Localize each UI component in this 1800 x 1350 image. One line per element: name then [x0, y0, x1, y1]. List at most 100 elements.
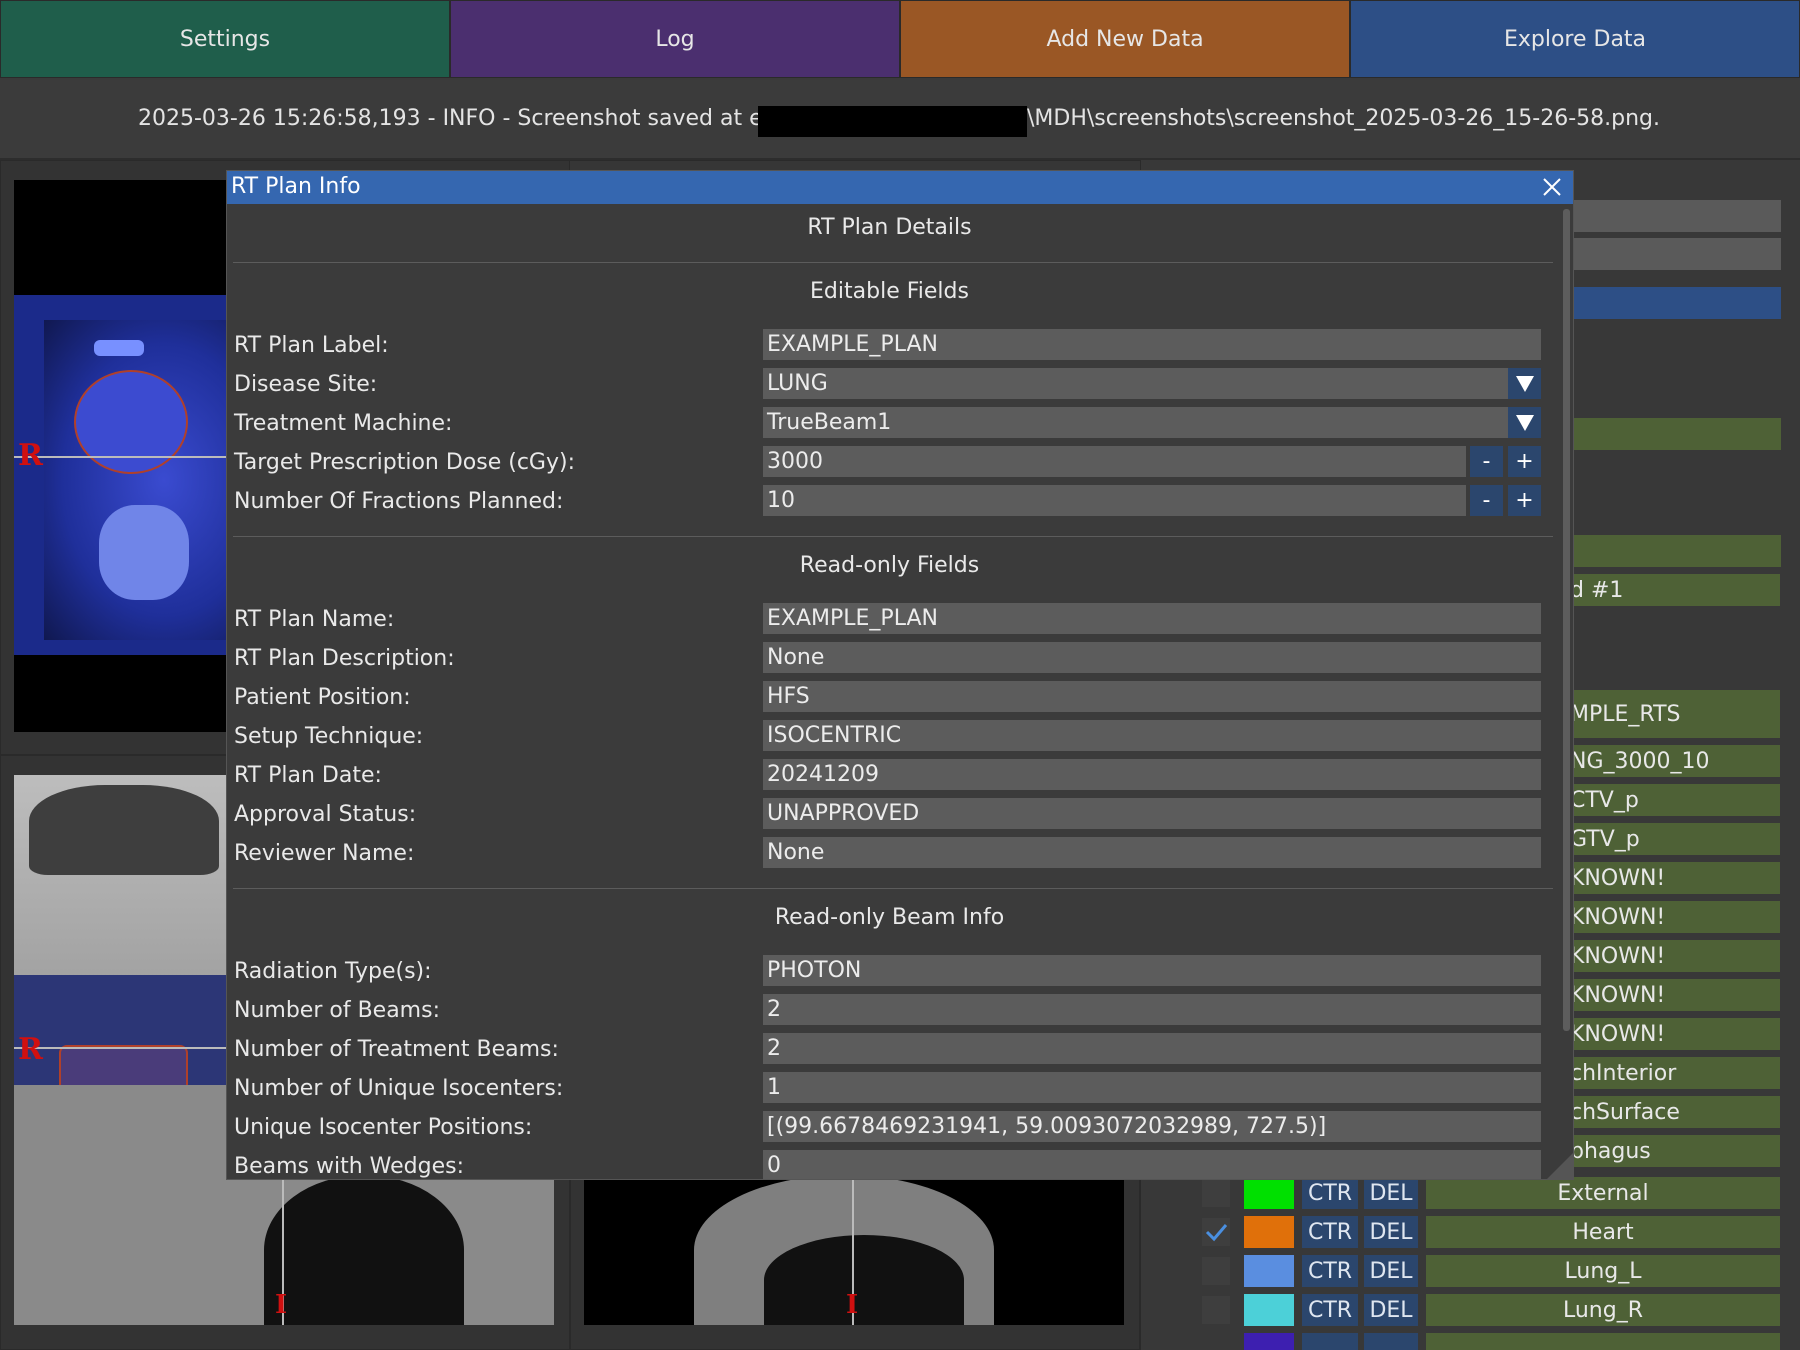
structure-row: CTR DEL Heart — [1200, 1216, 1780, 1248]
readonly-value: 20241209 — [763, 759, 1541, 790]
structure-name[interactable]: Lung_R — [1426, 1294, 1780, 1326]
slice-marker-coronal: I — [275, 1290, 288, 1320]
visibility-checkbox[interactable] — [1202, 1296, 1230, 1324]
structure-item-partial-1[interactable]: d #1 — [1570, 574, 1780, 606]
structure-color-swatch[interactable] — [1244, 1216, 1294, 1248]
field-label: RT Plan Description: — [234, 646, 455, 671]
readonly-value: 0 — [763, 1150, 1541, 1179]
readonly-value: ISOCENTRIC — [763, 720, 1541, 751]
field-label: Reviewer Name: — [234, 841, 415, 866]
center-button[interactable]: CTR — [1302, 1294, 1358, 1326]
decrement-button[interactable]: - — [1470, 446, 1503, 477]
log-text-prefix: 2025-03-26 15:26:58,193 - INFO - Screens… — [138, 106, 778, 131]
structure-item-partial-11[interactable]: chInterior — [1570, 1057, 1780, 1089]
structure-name[interactable]: Heart — [1426, 1216, 1780, 1248]
structure-name[interactable]: External — [1426, 1177, 1780, 1209]
structure-item-partial-3[interactable]: NG_3000_10 — [1570, 745, 1780, 777]
structure-item-partial-5[interactable]: GTV_p — [1570, 823, 1780, 855]
structure-item-partial-7[interactable]: KNOWN! — [1570, 901, 1780, 933]
field-label: RT Plan Name: — [234, 607, 395, 632]
readonly-value: 1 — [763, 1072, 1541, 1103]
close-icon[interactable] — [1537, 172, 1567, 202]
divider — [233, 536, 1553, 537]
axial-ct-image — [14, 180, 228, 732]
treatment-machine-select[interactable]: TrueBeam1 — [763, 407, 1508, 438]
fractions-input[interactable]: 10 — [763, 485, 1466, 516]
structure-color-swatch[interactable] — [1244, 1177, 1294, 1209]
log-status-line: 2025-03-26 15:26:58,193 - INFO - Screens… — [0, 80, 1800, 160]
structure-item-partial-12[interactable]: chSurface — [1570, 1096, 1780, 1128]
field-label: Treatment Machine: — [234, 411, 453, 436]
structure-color-swatch[interactable] — [1244, 1255, 1294, 1287]
rt-plan-info-dialog: RT Plan Info RT Plan Details Editable Fi… — [226, 170, 1574, 1180]
tab-add-new-data[interactable]: Add New Data — [900, 0, 1350, 78]
tab-log[interactable]: Log — [450, 0, 900, 78]
field-label: Number Of Fractions Planned: — [234, 489, 564, 514]
slice-marker-sagittal: I — [846, 1290, 859, 1320]
field-label: Unique Isocenter Positions: — [234, 1115, 533, 1140]
structure-row: CTR DEL Lung_L — [1200, 1255, 1780, 1287]
field-label: Radiation Type(s): — [234, 959, 432, 984]
center-button[interactable]: CTR — [1302, 1255, 1358, 1287]
delete-button[interactable]: DEL — [1364, 1294, 1418, 1326]
increment-button[interactable]: + — [1508, 485, 1541, 516]
dialog-title-bar[interactable]: RT Plan Info — [227, 171, 1573, 204]
readonly-value: [(99.6678469231941, 59.0093072032989, 72… — [763, 1111, 1541, 1142]
rt-plan-label-input[interactable]: EXAMPLE_PLAN — [763, 329, 1541, 360]
structure-item-partial-4[interactable]: CTV_p — [1570, 784, 1780, 816]
structure-row-cutoff — [1200, 1333, 1780, 1350]
increment-button[interactable]: + — [1508, 446, 1541, 477]
field-label: Target Prescription Dose (cGy): — [234, 450, 575, 475]
readonly-value: None — [763, 642, 1541, 673]
readonly-value: PHOTON — [763, 955, 1541, 986]
structure-row: CTR DEL Lung_R — [1200, 1294, 1780, 1326]
center-button[interactable]: CTR — [1302, 1177, 1358, 1209]
visibility-checkbox[interactable] — [1202, 1179, 1230, 1207]
redacted-path — [758, 106, 1027, 137]
readonly-value: UNAPPROVED — [763, 798, 1541, 829]
field-label: Number of Beams: — [234, 998, 440, 1023]
checkmark-icon — [1205, 1224, 1228, 1242]
dropdown-arrow-icon[interactable] — [1508, 407, 1541, 438]
tab-explore-data[interactable]: Explore Data — [1350, 0, 1800, 78]
center-button[interactable]: CTR — [1302, 1216, 1358, 1248]
dialog-scrollbar-thumb[interactable] — [1563, 209, 1570, 1031]
dropdown-arrow-icon[interactable] — [1508, 368, 1541, 399]
structure-item-partial-10[interactable]: KNOWN! — [1570, 1018, 1780, 1050]
delete-button[interactable]: DEL — [1364, 1177, 1418, 1209]
prescription-dose-input[interactable]: 3000 — [763, 446, 1466, 477]
structure-item-partial-13[interactable]: phagus — [1570, 1135, 1780, 1167]
field-label: Approval Status: — [234, 802, 417, 827]
decrement-button[interactable]: - — [1470, 485, 1503, 516]
field-label: Setup Technique: — [234, 724, 424, 749]
structure-item-partial-6[interactable]: KNOWN! — [1570, 862, 1780, 894]
divider — [233, 888, 1553, 889]
field-label: Number of Treatment Beams: — [234, 1037, 559, 1062]
field-label: Disease Site: — [234, 372, 378, 397]
structure-item-partial-8[interactable]: KNOWN! — [1570, 940, 1780, 972]
readonly-fields-heading: Read-only Fields — [799, 553, 980, 578]
delete-button[interactable]: DEL — [1364, 1255, 1418, 1287]
field-label: Patient Position: — [234, 685, 411, 710]
divider — [233, 262, 1553, 263]
dialog-heading: RT Plan Details — [807, 215, 972, 240]
readonly-value: HFS — [763, 681, 1541, 712]
structure-color-swatch[interactable] — [1244, 1294, 1294, 1326]
tab-settings[interactable]: Settings — [0, 0, 450, 78]
field-label: RT Plan Label: — [234, 333, 389, 358]
readonly-value: 2 — [763, 1033, 1541, 1064]
readonly-value: None — [763, 837, 1541, 868]
field-label: Number of Unique Isocenters: — [234, 1076, 564, 1101]
structure-row: CTR DEL External — [1200, 1177, 1780, 1209]
beam-info-heading: Read-only Beam Info — [774, 905, 1005, 930]
structure-item-partial-9[interactable]: KNOWN! — [1570, 979, 1780, 1011]
readonly-value: 2 — [763, 994, 1541, 1025]
structure-item-partial-2[interactable]: MPLE_RTS — [1570, 690, 1780, 738]
visibility-checkbox[interactable] — [1202, 1257, 1230, 1285]
structure-name[interactable]: Lung_L — [1426, 1255, 1780, 1287]
delete-button[interactable]: DEL — [1364, 1216, 1418, 1248]
visibility-checkbox[interactable] — [1202, 1218, 1230, 1246]
resize-grip-icon[interactable] — [1547, 1153, 1573, 1179]
orientation-marker-axial: R — [18, 438, 43, 473]
disease-site-select[interactable]: LUNG — [763, 368, 1508, 399]
